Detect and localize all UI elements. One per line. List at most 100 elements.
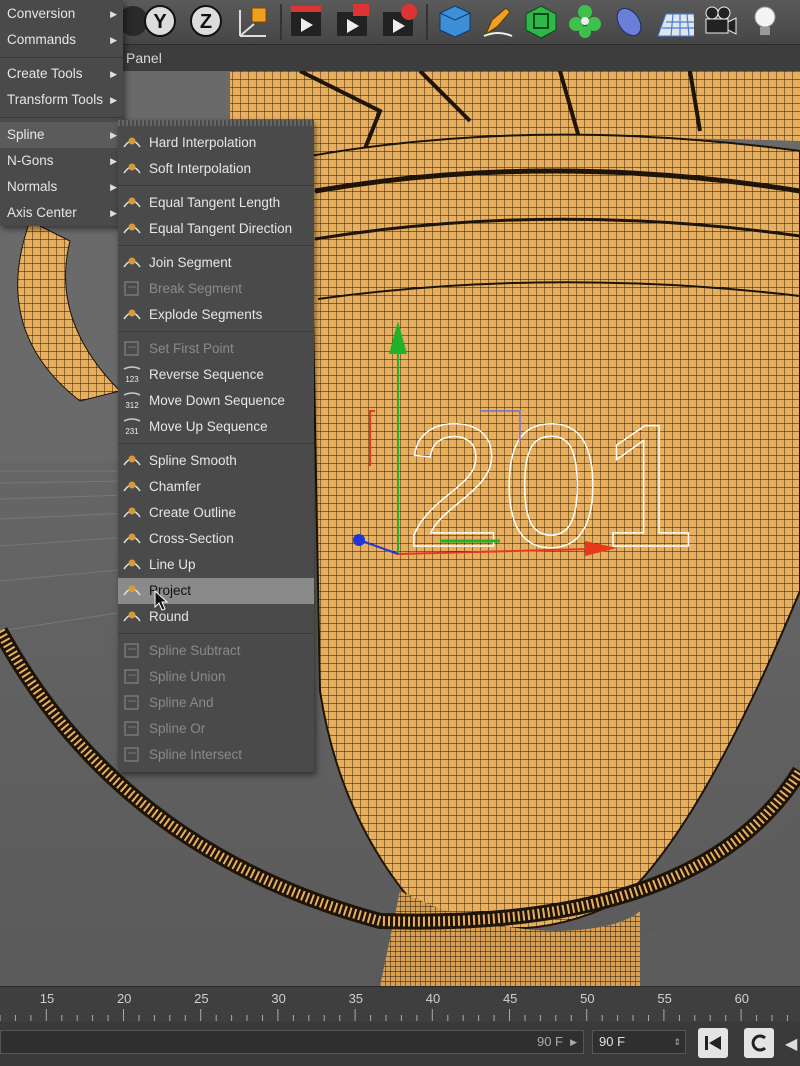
- cross-section-icon: [123, 533, 141, 544]
- menu-item-label: Spline Intersect: [149, 747, 243, 762]
- menu-item-cross-section[interactable]: Cross-Section: [118, 526, 314, 552]
- menu-item-round[interactable]: Round: [118, 604, 314, 630]
- play-backward-icon[interactable]: ◀: [785, 1034, 797, 1054]
- menu-item-axis-center[interactable]: Axis Center ▶: [0, 200, 123, 226]
- axis-z-icon[interactable]: Z: [187, 2, 225, 40]
- soft-interpolation-icon: [123, 163, 141, 174]
- round-icon: [123, 611, 141, 622]
- timeline-ruler[interactable]: 15 20 25 30 35 40 45 50 55 60: [0, 986, 800, 1023]
- menu-item-move-up-sequence[interactable]: 231 Move Up Sequence: [118, 414, 314, 440]
- axis-y-icon[interactable]: Y: [141, 2, 179, 40]
- spline-text[interactable]: 201: [404, 388, 697, 585]
- menu-item-label: Axis Center: [7, 205, 77, 220]
- menu-item-equal-tangent-direction[interactable]: Equal Tangent Direction: [118, 216, 314, 242]
- timeline-tick-label: 60: [734, 991, 750, 1006]
- menu-item-hard-interpolation[interactable]: Hard Interpolation: [118, 130, 314, 156]
- menu-item-label: Normals: [7, 179, 58, 194]
- menu-item-spline-intersect[interactable]: Spline Intersect: [118, 742, 314, 768]
- loop-icon: [751, 1034, 767, 1052]
- menu-item-set-first-point[interactable]: Set First Point: [118, 336, 314, 362]
- stepper-icon[interactable]: ⇕: [673, 1031, 681, 1053]
- menu-item-create-outline[interactable]: Create Outline: [118, 500, 314, 526]
- menu-item-label: Spline Union: [149, 669, 226, 684]
- menu-item-create-tools[interactable]: Create Tools ▶: [0, 61, 123, 87]
- coordinate-system-icon[interactable]: [234, 2, 272, 40]
- mograph-icon[interactable]: [566, 2, 604, 40]
- menu-item-spline-or[interactable]: Spline Or: [118, 716, 314, 742]
- stepper-arrow-icon[interactable]: ▶: [570, 1031, 577, 1053]
- camera-icon[interactable]: [700, 2, 738, 40]
- end-frame-value: 90 F: [599, 1034, 626, 1049]
- deformer-icon[interactable]: [610, 2, 648, 40]
- menu-item-label: Set First Point: [149, 341, 234, 356]
- menu-item-move-down-sequence[interactable]: 312 Move Down Sequence: [118, 388, 314, 414]
- spline-smooth-icon: [123, 455, 141, 466]
- mesh-menu: Conversion ▶ Commands ▶ Create Tools ▶ Tran…: [0, 0, 123, 226]
- menu-item-n-gons[interactable]: N-Gons ▶: [0, 148, 123, 174]
- timeline-tick-label: 20: [116, 991, 132, 1006]
- menu-item-label: Break Segment: [149, 281, 243, 296]
- create-outline-icon: [123, 507, 141, 518]
- frame-range-slider[interactable]: 90 F ▶: [0, 1030, 584, 1054]
- menu-item-line-up[interactable]: Line Up: [118, 552, 314, 578]
- light-icon[interactable]: [746, 2, 784, 40]
- menu-item-label: N-Gons: [7, 153, 54, 168]
- equal-tangent-direction-icon: [123, 223, 141, 234]
- go-to-start-button[interactable]: [698, 1028, 728, 1058]
- menu-item-label: Equal Tangent Direction: [149, 221, 293, 236]
- pen-icon[interactable]: [478, 2, 516, 40]
- spline-and-icon: [124, 695, 139, 710]
- menu-item-break-segment[interactable]: Break Segment: [118, 276, 314, 302]
- menu-item-spline-subtract[interactable]: Spline Subtract: [118, 638, 314, 664]
- menu-item-spline[interactable]: Spline ▶: [0, 122, 123, 148]
- menu-item-spline-smooth[interactable]: Spline Smooth: [118, 448, 314, 474]
- render-picture-viewer-icon[interactable]: [333, 2, 371, 40]
- menu-item-transform-tools[interactable]: Transform Tools ▶: [0, 87, 123, 113]
- equal-tangent-length-icon: [123, 197, 141, 208]
- axis-y-label: Y: [153, 11, 167, 33]
- spline-intersect-icon: [124, 747, 139, 762]
- timeline-tick-label: 30: [271, 991, 286, 1006]
- hard-interpolation-icon: [123, 137, 141, 148]
- render-view-icon[interactable]: [287, 2, 325, 40]
- floor-icon[interactable]: [656, 2, 694, 40]
- menu-item-soft-interpolation[interactable]: Soft Interpolation: [118, 156, 314, 182]
- viewport-panel-menu[interactable]: Panel: [118, 45, 800, 71]
- menu-item-label: Chamfer: [149, 479, 201, 494]
- render-settings-icon[interactable]: [379, 2, 417, 40]
- submenu-arrow-icon: ▶: [110, 69, 117, 79]
- menu-item-chamfer[interactable]: Chamfer: [118, 474, 314, 500]
- frame-range-end-label: 90 F: [536, 1034, 563, 1049]
- menu-item-join-segment[interactable]: Join Segment: [118, 250, 314, 276]
- loop-button[interactable]: [744, 1028, 774, 1058]
- menu-item-equal-tangent-length[interactable]: Equal Tangent Length: [118, 190, 314, 216]
- end-frame-field[interactable]: 90 F ⇕: [592, 1030, 686, 1054]
- cube-icon[interactable]: [436, 2, 474, 40]
- menu-item-label: Join Segment: [149, 255, 232, 270]
- explode-segments-icon: [123, 309, 141, 320]
- menu-item-reverse-sequence[interactable]: 123 Reverse Sequence: [118, 362, 314, 388]
- tear-off-handle[interactable]: [118, 120, 314, 126]
- break-segment-icon: [124, 281, 139, 296]
- menu-item-label: Spline And: [149, 695, 214, 710]
- menu-item-spline-and[interactable]: Spline And: [118, 690, 314, 716]
- trophy-left-handle: [17, 220, 121, 402]
- menu-item-explode-segments[interactable]: Explode Segments: [118, 302, 314, 328]
- submenu-arrow-icon: ▶: [110, 208, 117, 218]
- menu-item-label: Commands: [7, 32, 77, 47]
- move-down-sequence-icon: 312: [123, 392, 141, 410]
- menu-item-project[interactable]: Project: [118, 578, 314, 604]
- spline-union-icon: [124, 669, 139, 684]
- spline-or-icon: [124, 721, 139, 736]
- menu-item-commands[interactable]: Commands ▶: [0, 27, 123, 53]
- subdivision-icon[interactable]: [522, 2, 560, 40]
- set-first-point-icon: [124, 341, 139, 356]
- menu-item-label: Conversion: [7, 6, 76, 21]
- join-segment-icon: [123, 257, 141, 268]
- menu-item-normals[interactable]: Normals ▶: [0, 174, 123, 200]
- timeline-ticks: [0, 1009, 788, 1021]
- menu-item-spline-union[interactable]: Spline Union: [118, 664, 314, 690]
- project-icon: [123, 585, 141, 596]
- timeline-tick-label: 45: [502, 991, 518, 1006]
- menu-item-conversion[interactable]: Conversion ▶: [0, 1, 123, 27]
